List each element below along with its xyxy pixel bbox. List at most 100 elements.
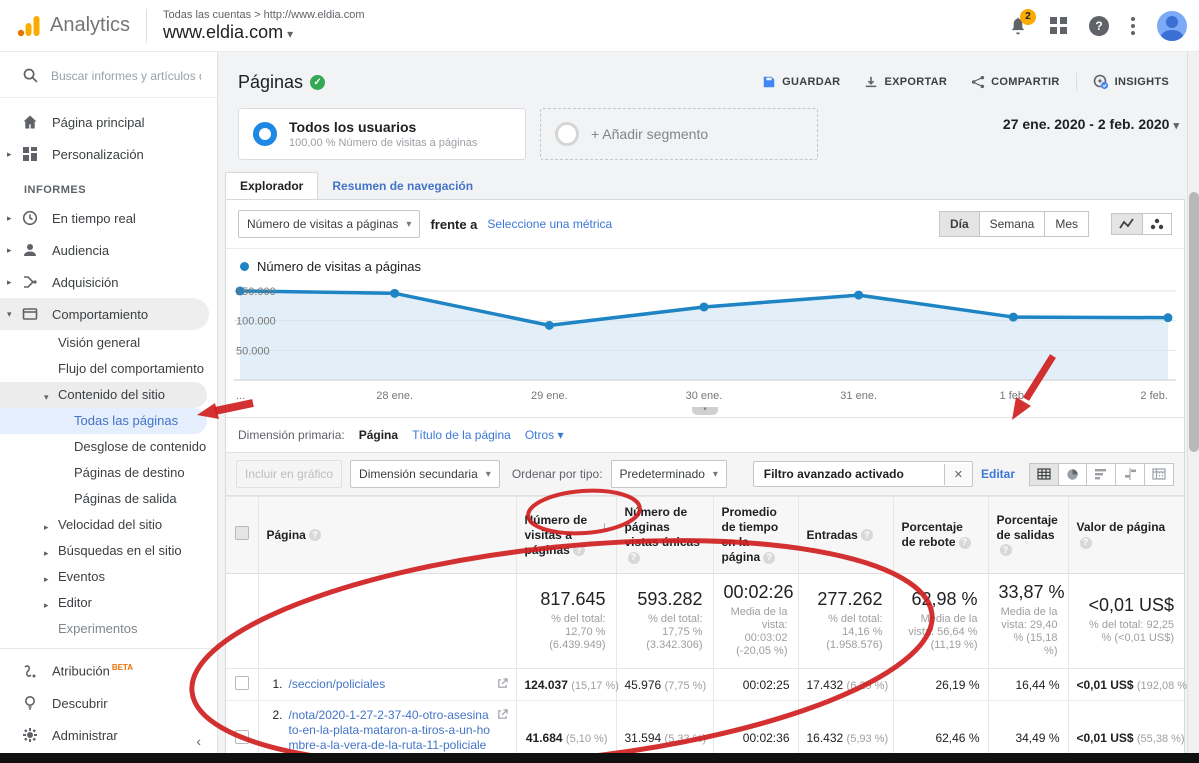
col-header-page-value[interactable]: Valor de página? <box>1068 497 1184 574</box>
search-input[interactable] <box>51 69 201 83</box>
col-header-pageviews[interactable]: ↓Número de visitas a páginas? <box>516 497 616 574</box>
share-button[interactable]: COMPARTIR <box>961 69 1070 95</box>
sidebar-item-personalization[interactable]: ▸ Personalización <box>0 138 217 170</box>
sidebar-search[interactable] <box>0 52 217 98</box>
row-checkbox[interactable] <box>235 730 249 744</box>
comparison-icon <box>1123 468 1137 480</box>
help-icon[interactable]: ? <box>628 552 640 564</box>
page-link[interactable]: /seccion/policiales <box>289 677 491 692</box>
cell-unique-pageviews: 31.594 (5,33 %) <box>616 701 713 763</box>
sidebar-item-attribution[interactable]: AtribuciónBETA <box>0 655 217 687</box>
granularity-month[interactable]: Mes <box>1045 211 1089 237</box>
sidebar-item-discover[interactable]: Descubrir <box>0 687 217 719</box>
help-icon[interactable]: ? <box>763 552 775 564</box>
total-page-value: <0,01 US$ <box>1079 595 1175 616</box>
home-icon <box>22 114 38 130</box>
sidebar-item-publisher[interactable]: ▸Editor <box>0 590 217 616</box>
col-header-avg-time[interactable]: Promedio de tiempo en la página? <box>713 497 798 574</box>
motion-chart-button[interactable] <box>1143 213 1172 235</box>
granularity-day[interactable]: Día <box>939 211 980 237</box>
pivot-icon <box>1152 468 1166 480</box>
line-chart-button[interactable] <box>1111 213 1143 235</box>
table-view-button[interactable] <box>1029 463 1059 486</box>
percentage-view-button[interactable] <box>1059 463 1087 486</box>
col-header-entrances[interactable]: Entradas? <box>798 497 893 574</box>
avatar[interactable] <box>1157 11 1187 41</box>
sidebar-item-admin[interactable]: Administrar <box>0 719 217 751</box>
tab-navigation-summary[interactable]: Resumen de navegación <box>318 173 487 199</box>
account-switcher[interactable]: Todas las cuentas > http://www.eldia.com… <box>163 9 364 43</box>
attribution-icon <box>22 663 38 679</box>
help-icon[interactable]: ? <box>1080 537 1092 549</box>
segment-all-users[interactable]: Todos los usuarios 100,00 % Número de vi… <box>238 108 526 160</box>
help-icon[interactable]: ? <box>573 544 585 556</box>
sort-type-dropdown[interactable]: Predeterminado▾ <box>611 460 727 488</box>
sidebar-item-site-speed[interactable]: ▸Velocidad del sitio <box>0 512 217 538</box>
open-page-icon[interactable] <box>497 678 508 689</box>
insights-button[interactable]: INSIGHTS <box>1083 68 1179 96</box>
open-page-icon[interactable] <box>497 709 508 720</box>
sidebar-item-experiments[interactable]: Experimentos <box>0 616 217 642</box>
sidebar-item-audience[interactable]: ▸ Audiencia <box>0 234 217 266</box>
sidebar-item-site-search[interactable]: ▸Búsquedas en el sitio <box>0 538 217 564</box>
export-button[interactable]: EXPORTAR <box>854 69 957 95</box>
col-header-exit-rate[interactable]: Porcentaje de salidas? <box>988 497 1068 574</box>
more-menu-icon[interactable] <box>1131 17 1135 35</box>
timeseries-chart[interactable]: 50.000100.000150.000...28 ene.29 ene.30 … <box>226 276 1184 415</box>
date-range-picker[interactable]: 27 ene. 2020 - 2 feb. 2020▾ <box>1003 108 1179 132</box>
sidebar-item-home[interactable]: Página principal <box>0 106 217 138</box>
add-segment-button[interactable]: + Añadir segmento <box>540 108 818 160</box>
row-checkbox[interactable] <box>235 676 249 690</box>
chevron-down-icon: ▾ <box>287 27 293 41</box>
help-icon[interactable]: ? <box>959 537 971 549</box>
sidebar-item-realtime[interactable]: ▸ En tiempo real <box>0 202 217 234</box>
chevron-down-icon: ▾ <box>713 469 718 480</box>
property-name[interactable]: www.eldia.com▾ <box>163 22 364 43</box>
metric-dropdown[interactable]: Número de visitas a páginas ▾ <box>238 210 420 238</box>
sidebar-item-all-pages[interactable]: Todas las páginas <box>0 408 207 434</box>
page-link[interactable]: /nota/2020-1-27-2-37-40-otro-asesinato-e… <box>289 708 491 763</box>
segment-donut-gray-icon <box>555 122 579 146</box>
dimension-page-title[interactable]: Título de la página <box>412 428 511 442</box>
dimension-page[interactable]: Página <box>359 428 398 442</box>
sidebar-item-acquisition[interactable]: ▸ Adquisición <box>0 266 217 298</box>
sidebar-item-behavior-flow[interactable]: Flujo del comportamiento <box>0 356 217 382</box>
notifications-button[interactable]: 2 <box>1008 16 1028 36</box>
dimension-others[interactable]: Otros ▾ <box>525 428 564 442</box>
expand-arrow-icon: ▸ <box>7 277 12 288</box>
help-icon[interactable]: ? <box>861 529 873 541</box>
sidebar-item-landing-pages[interactable]: Páginas de destino <box>0 460 217 486</box>
tab-explorer[interactable]: Explorador <box>225 172 318 199</box>
help-icon[interactable]: ? <box>309 529 321 541</box>
vertical-scrollbar[interactable] <box>1187 52 1199 753</box>
col-header-page[interactable]: Página? <box>258 497 516 574</box>
save-button[interactable]: GUARDAR <box>752 69 850 95</box>
sidebar-item-events[interactable]: ▸Eventos <box>0 564 217 590</box>
col-header-bounce-rate[interactable]: Porcentaje de rebote? <box>893 497 988 574</box>
sidebar-item-site-content[interactable]: ▾Contenido del sitio <box>0 382 207 408</box>
pages-table: Página? ↓Número de visitas a páginas? Nú… <box>226 496 1184 763</box>
col-header-unique-pageviews[interactable]: Número de páginas vistas únicas? <box>616 497 713 574</box>
remove-filter-button[interactable]: ✕ <box>944 464 972 485</box>
google-apps-icon[interactable] <box>1050 17 1067 34</box>
sidebar-item-content-drilldown[interactable]: Desglose de contenido <box>0 434 217 460</box>
pivot-view-button[interactable] <box>1145 463 1174 486</box>
select-all-checkbox[interactable] <box>235 526 249 540</box>
performance-view-button[interactable] <box>1087 463 1116 486</box>
help-icon[interactable]: ? <box>1089 16 1109 36</box>
sidebar-item-exit-pages[interactable]: Páginas de salida <box>0 486 217 512</box>
avg-bounce-rate: 62,98 % <box>904 589 978 610</box>
sidebar-item-behavior-overview[interactable]: Visión general <box>0 330 217 356</box>
select-metric-link[interactable]: Seleccione una métrica <box>487 217 612 231</box>
comparison-view-button[interactable] <box>1116 463 1145 486</box>
help-icon[interactable]: ? <box>1000 544 1012 556</box>
sidebar-collapse-button[interactable]: ‹ <box>196 733 201 749</box>
sidebar-item-behavior[interactable]: ▾ Comportamiento <box>0 298 209 330</box>
granularity-week[interactable]: Semana <box>980 211 1046 237</box>
chart-slider-handle[interactable]: ▾ <box>692 407 718 415</box>
secondary-dimension-dropdown[interactable]: Dimensión secundaria▾ <box>350 460 500 488</box>
analytics-logo-icon[interactable] <box>16 14 40 38</box>
edit-filter-link[interactable]: Editar <box>981 467 1015 481</box>
scrollbar-thumb[interactable] <box>1189 192 1199 452</box>
plot-rows-button[interactable]: Incluir en gráfico <box>236 460 342 488</box>
